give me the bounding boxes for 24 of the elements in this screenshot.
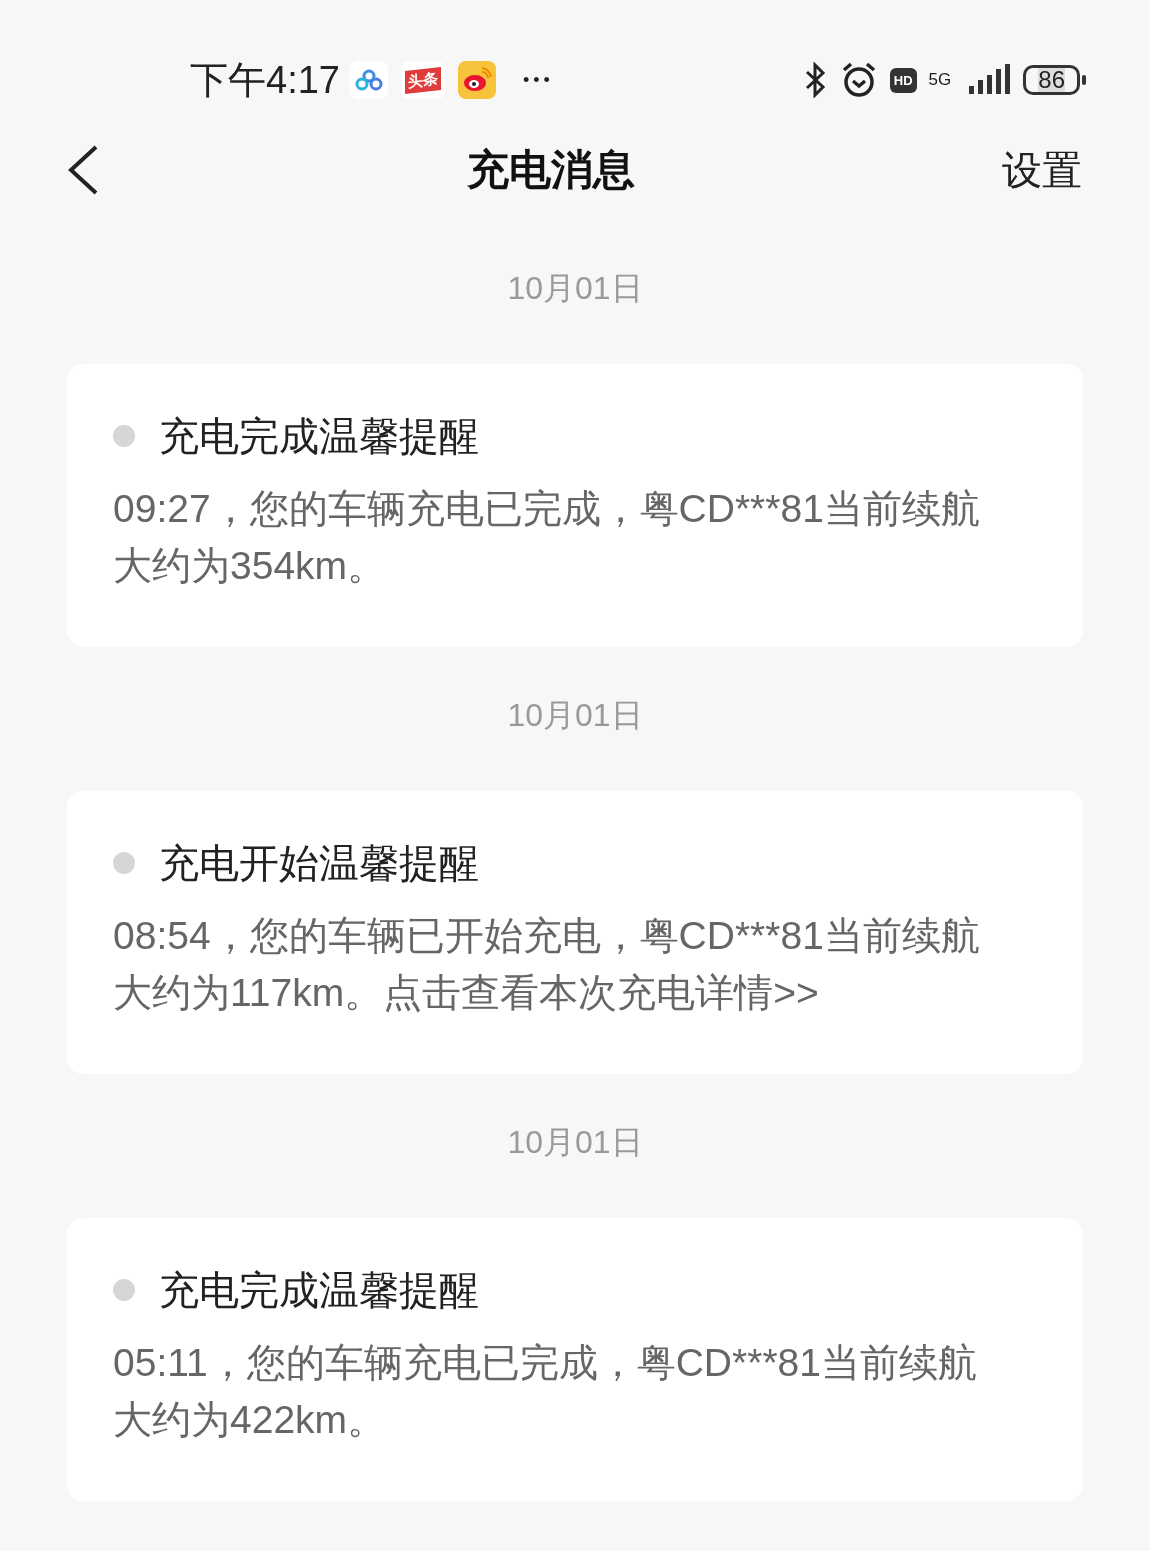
message-card[interactable]: 充电完成温馨提醒 05:11，您的车辆充电已完成，粤CD***81当前续航大约为422km。	[67, 1218, 1083, 1501]
eye-app-icon	[457, 61, 496, 99]
bluetooth-icon	[803, 62, 828, 98]
message-date: 10月01日	[506, 272, 644, 308]
message-body: 09:27，您的车辆充电已完成，粤CD***81当前续航大约为354km。	[113, 486, 981, 589]
message-card[interactable]: 充电完成温馨提醒 09:27，您的车辆充电已完成，粤CD***81当前续航大约为354km。	[67, 364, 1083, 647]
hd-badge: HD	[889, 67, 917, 93]
message-body: 05:11，您的车辆充电已完成，粤CD***81当前续航大约为422km。	[113, 1340, 978, 1443]
message-title: 充电完成温馨提醒	[159, 413, 479, 460]
news-app-icon: 头条	[400, 61, 445, 99]
battery-level: 86	[1023, 65, 1080, 95]
message-title: 充电开始温馨提醒	[159, 840, 479, 887]
message-date: 10月01日	[506, 1126, 644, 1162]
network-type: 5G	[928, 72, 952, 88]
back-icon[interactable]	[66, 144, 100, 196]
page-title: 充电消息	[467, 145, 635, 195]
message-body: 08:54，您的车辆已开始充电，粤CD***81当前续航大约为117km。点击查看本次充电详情>>	[113, 913, 981, 1016]
settings-button[interactable]: 设置	[1002, 142, 1082, 198]
cloud-app-icon	[349, 61, 388, 99]
more-notifications-icon: •••	[522, 69, 554, 91]
status-time: 下午4:17	[190, 57, 340, 103]
message-title: 充电完成温馨提醒	[159, 1267, 479, 1314]
message-card[interactable]: 充电开始温馨提醒 08:54，您的车辆已开始充电，粤CD***81当前续航大约为117km。点击查看本次充电详情>>	[67, 791, 1083, 1074]
message-date: 10月01日	[506, 699, 644, 735]
